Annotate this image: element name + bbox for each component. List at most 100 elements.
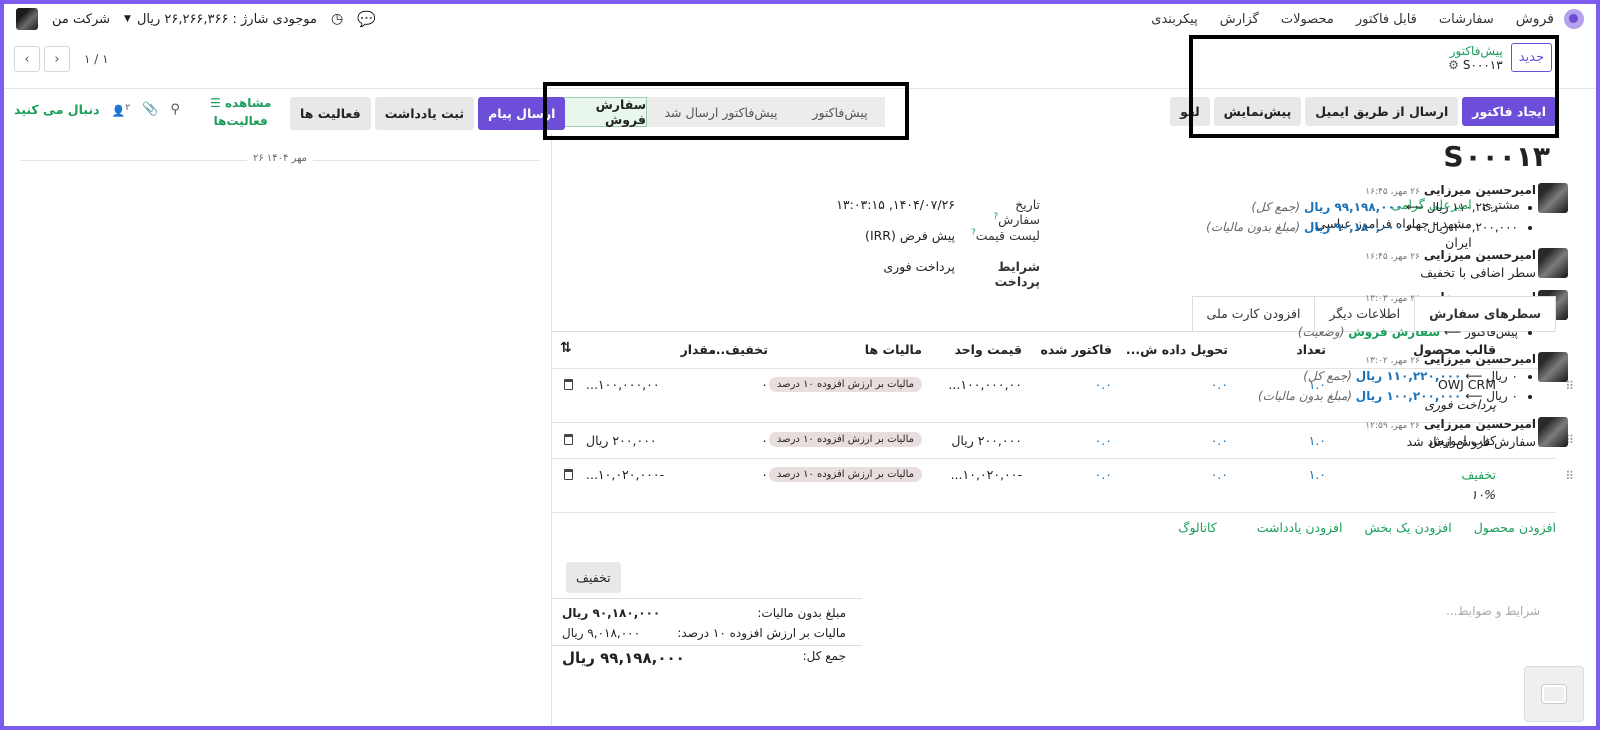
col-unit-price[interactable]: قیمت واحد [954, 342, 1022, 357]
row-amount: -۱۰,۰۲۰,۰۰۰... [586, 467, 665, 482]
app-name[interactable]: فروش [1516, 11, 1554, 27]
vat-value: ۹,۰۱۸,۰۰۰ ریال [562, 626, 641, 640]
row-tax-tag[interactable]: مالیات بر ارزش افزوده ۱۰ درصد [768, 377, 922, 392]
user-avatar[interactable] [16, 8, 38, 30]
menu-products[interactable]: محصولات [1281, 12, 1334, 27]
briefcase-button[interactable] [1524, 666, 1584, 722]
chatter-icons: دنبال می کنید 👤۲ 📎 ⚲ [14, 102, 180, 118]
message-author[interactable]: امیرحسین میرزایی [1424, 248, 1536, 262]
menu-reporting[interactable]: گزارش [1220, 12, 1259, 27]
table-row[interactable]: ⠿ تخفیف ۱۰% ۱.۰ ۰.۰ ۰.۰ -۱۰,۰۲۰,۰۰... ما… [552, 459, 1574, 513]
prev-record-button[interactable]: ‹ [14, 46, 40, 72]
order-date-value[interactable]: ۱۴۰۴/۰۷/۲۶, ۱۳:۰۳:۱۵ [836, 197, 955, 227]
discount-button[interactable]: تخفیف [566, 562, 621, 593]
add-note-link[interactable]: افزودن یادداشت [1257, 520, 1343, 535]
tracking-line: ۰ ریال ⟵ ۱۱۰,۲۲۰,۰۰۰ ریال (جمع کل) [1056, 369, 1518, 383]
person-icon: 👤 [111, 104, 126, 118]
terms-conditions-input[interactable]: شرایط و ضوابط... [1446, 604, 1540, 618]
message-time: ۲۶ مهر، ۱۲:۵۹ [1365, 421, 1420, 431]
message-time: ۲۶ مهر، ۱۳:۰۲ [1365, 356, 1420, 366]
paperclip-icon[interactable]: 📎 [142, 102, 158, 117]
row-product[interactable]: تخفیف [1461, 467, 1496, 482]
menu-configuration[interactable]: پیکربندی [1151, 12, 1197, 27]
record-pager: ‹ › ۱ / ۱ [14, 46, 109, 72]
clock-icon[interactable]: ◷ [331, 11, 343, 27]
next-record-button[interactable]: › [44, 46, 70, 72]
row-delivered: ۰.۰ [1210, 467, 1228, 482]
view-activities-line1: مشاهده [224, 96, 272, 110]
message-author[interactable]: امیرحسین میرزایی [1424, 183, 1536, 197]
highlight-box-breadcrumb [1189, 35, 1559, 138]
order-date-field: تاریخ سفارش? ۱۴۰۴/۰۷/۲۶, ۱۳:۰۳:۱۵ [836, 197, 1040, 227]
col-taxes[interactable]: مالیات ها [865, 342, 922, 357]
add-line-links: افزودن محصول افزودن یک بخش افزودن یادداش… [1178, 520, 1556, 535]
tab-order-lines[interactable]: سطرهای سفارش [1414, 296, 1556, 331]
followers-button[interactable]: 👤۲ [112, 102, 131, 118]
order-date-label: تاریخ سفارش [998, 197, 1040, 228]
row-description: ۱۰% [1470, 487, 1496, 502]
total-label: جمع کل: [802, 649, 846, 663]
total-value: ۹۹,۱۹۸,۰۰۰ ریال [562, 649, 685, 667]
caret-down-icon[interactable]: ▼ [124, 14, 131, 24]
pager-count[interactable]: ۱ / ۱ [84, 52, 109, 66]
pricelist-label: لیست قیمت [975, 228, 1040, 244]
activities-button[interactable]: فعالیت ها [290, 97, 371, 130]
message-body: سطر اضافی با تخفیف [1420, 265, 1536, 280]
highlight-box-status [543, 82, 909, 140]
message-author[interactable]: امیرحسین میرزایی [1424, 417, 1536, 431]
menu-to-invoice[interactable]: قابل فاکتور [1356, 12, 1417, 27]
row-discount[interactable]: ۰ [761, 377, 768, 392]
trash-icon[interactable] [564, 434, 573, 445]
balance-label: موجودی شارژ : [232, 11, 317, 27]
col-discount[interactable]: تخفیف... [711, 342, 768, 357]
search-icon[interactable]: ⚲ [170, 102, 180, 117]
following-button[interactable]: دنبال می کنید [14, 102, 100, 117]
app-logo-icon[interactable] [1564, 9, 1584, 29]
untaxed-row: مبلغ بدون مالیات: ۹۰,۱۸۰,۰۰۰ ریال [552, 603, 862, 623]
chat-icon[interactable]: 💬 [357, 10, 376, 28]
row-tax-tag[interactable]: مالیات بر ارزش افزوده ۱۰ درصد [768, 432, 922, 447]
company-name[interactable]: شرکت من [52, 12, 110, 27]
avatar[interactable] [1538, 183, 1568, 213]
totals-panel: مبلغ بدون مالیات: ۹۰,۱۸۰,۰۰۰ ریال مالیات… [552, 598, 862, 670]
avatar[interactable] [1538, 352, 1568, 382]
trash-icon[interactable] [564, 379, 573, 390]
row-price[interactable]: ۲۰۰,۰۰۰ ریال [951, 433, 1022, 448]
optional-columns-icon[interactable]: ⇅ [560, 340, 572, 356]
row-price[interactable]: -۱۰,۰۲۰,۰۰... [951, 467, 1022, 482]
order-title: S۰۰۰۱۳ [1443, 140, 1550, 173]
tracking-line: ۱۰۰,۲۰۰,۰۰۰ ریال ⟵ ۹۰,۱۸۰,۰۰۰ ریال (مبلغ… [1056, 220, 1518, 234]
row-price[interactable]: ۱۰۰,۰۰۰,۰۰... [948, 377, 1022, 392]
row-qty[interactable]: ۱.۰ [1309, 467, 1326, 482]
row-tax-tag[interactable]: مالیات بر ارزش افزوده ۱۰ درصد [768, 467, 922, 482]
add-product-link[interactable]: افزودن محصول [1474, 520, 1556, 535]
top-navbar: فروش سفارشات قابل فاکتور محصولات گزارش پ… [4, 4, 1596, 34]
payment-terms-label: شرایط پرداخت [994, 259, 1040, 289]
message-author[interactable]: امیرحسین میرزایی [1424, 352, 1536, 366]
chatter-message: امیرحسین میرزایی ۲۶ مهر، ۱۳:۰۲ ۰ ریال ⟵ ۱… [1056, 352, 1568, 409]
row-discount[interactable]: ۰ [761, 433, 768, 448]
list-icon: ☰ [210, 96, 221, 110]
row-amount: ۱۰۰,۰۰۰,۰۰... [586, 377, 660, 392]
tracking-line: ۱۱۰,۲۲۰,۰۰۰ ریال ⟵ ۹۹,۱۹۸,۰۰۰ ریال (جمع … [1056, 200, 1518, 214]
avatar[interactable] [1538, 248, 1568, 278]
log-note-button[interactable]: ثبت یادداشت [374, 97, 475, 130]
pricelist-value[interactable]: پیش فرض (IRR) [865, 228, 955, 243]
drag-handle-icon[interactable]: ⠿ [1565, 469, 1574, 483]
tracking-line: ۰ ریال ⟵ ۱۰۰,۲۰۰,۰۰۰ ریال (مبلغ بدون مال… [1056, 389, 1518, 403]
trash-icon[interactable] [564, 469, 573, 480]
payment-terms-value[interactable]: پرداخت فوری [883, 259, 955, 289]
avatar[interactable] [1538, 417, 1568, 447]
view-activities-line2: فعالیت‌ها [213, 114, 268, 128]
chatter-message: امیرحسین میرزایی ۲۶ مهر، ۱۶:۴۵ ۱۱۰,۲۲۰,۰۰… [1056, 183, 1568, 240]
catalog-link[interactable]: کاتالوگ [1178, 520, 1217, 535]
date-separator: ۲۶ مهر ۱۴۰۴ [20, 153, 540, 164]
followers-count: ۲ [125, 102, 131, 113]
col-amount[interactable]: مقدار [681, 342, 716, 357]
briefcase-icon [1542, 685, 1566, 703]
menu-orders[interactable]: سفارشات [1439, 12, 1494, 27]
row-discount[interactable]: ۰ [761, 467, 768, 482]
add-section-link[interactable]: افزودن یک بخش [1365, 520, 1452, 535]
pricelist-field: لیست قیمت? پیش فرض (IRR) [865, 228, 1040, 243]
view-activities-link[interactable]: ☰ مشاهده فعالیت‌ها [210, 94, 271, 130]
